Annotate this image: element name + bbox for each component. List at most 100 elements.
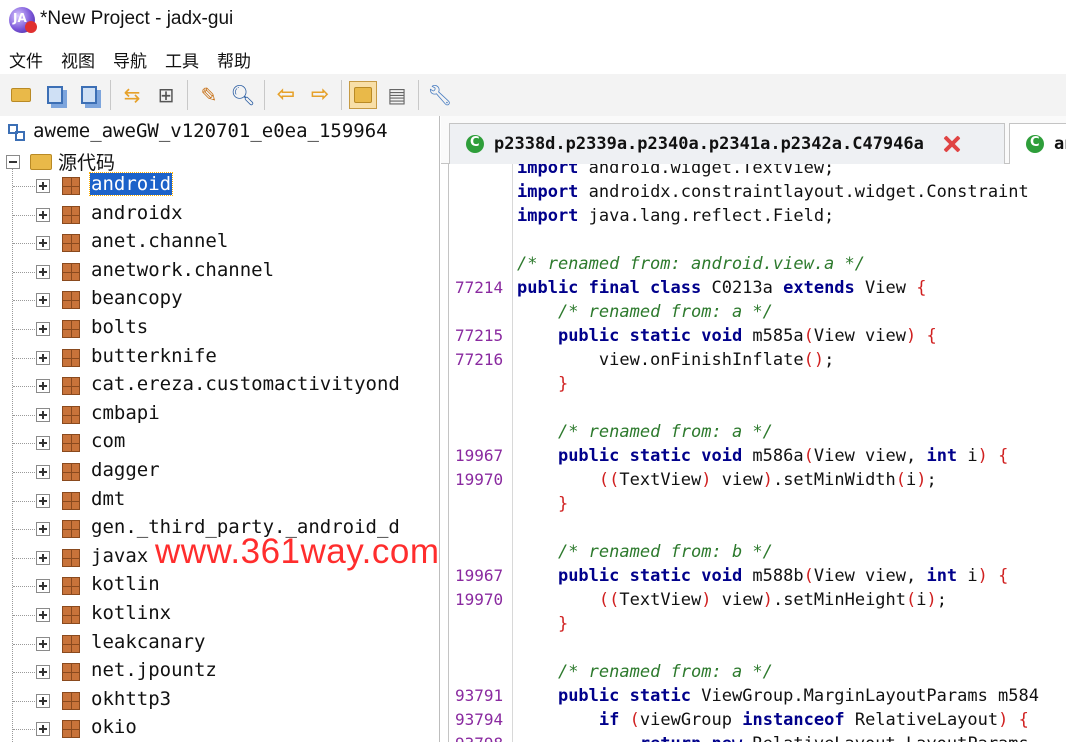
tree-package-beancopy[interactable]: beancopy xyxy=(0,286,439,314)
menu-file[interactable]: 文件 xyxy=(9,47,43,72)
save-all-button[interactable] xyxy=(41,81,69,109)
expand-toggle-icon[interactable] xyxy=(36,236,50,251)
package-icon xyxy=(62,720,80,739)
tree-package-androidx[interactable]: androidx xyxy=(0,201,439,229)
tree-package-kotlin[interactable]: kotlin xyxy=(0,572,439,600)
expand-toggle-icon[interactable] xyxy=(36,465,50,479)
tree-package-leakcanary[interactable]: leakcanary xyxy=(0,630,439,658)
expand-toggle-icon[interactable] xyxy=(36,522,50,537)
code-text: import androidx.constraintlayout.widget.… xyxy=(517,180,1029,204)
expand-toggle-icon[interactable] xyxy=(36,322,50,336)
tree-package-cat-ereza-customactivityond[interactable]: cat.ereza.customactivityond xyxy=(0,372,439,400)
tree-package-cmbapi[interactable]: cmbapi xyxy=(0,401,439,429)
code-token: view.onFinishInflate xyxy=(517,350,804,370)
tree-package-net-jpountz[interactable]: net.jpountz xyxy=(0,658,439,686)
tree-package-bolts[interactable]: bolts xyxy=(0,315,439,343)
expand-toggle-icon[interactable] xyxy=(36,436,50,451)
close-tab-icon[interactable] xyxy=(942,134,962,154)
expand-toggle-icon[interactable] xyxy=(36,179,50,193)
tree-package-kotlinx[interactable]: kotlinx xyxy=(0,601,439,629)
package-label: android xyxy=(88,172,174,196)
tree-package-okhttp3[interactable]: okhttp3 xyxy=(0,687,439,715)
expand-toggle-icon[interactable] xyxy=(36,207,50,222)
expand-toggle-icon[interactable] xyxy=(36,264,50,279)
tab-android-view-class[interactable]: an xyxy=(1009,123,1066,164)
expand-toggle-icon[interactable] xyxy=(36,722,50,737)
menu-tools[interactable]: 工具 xyxy=(165,47,199,72)
log-button[interactable]: ▤ xyxy=(383,81,411,109)
code-token: import xyxy=(517,182,579,202)
package-label: javax xyxy=(91,544,149,567)
decompile-button[interactable] xyxy=(349,81,377,109)
tree-package-dagger[interactable]: dagger xyxy=(0,458,439,486)
code-token: if xyxy=(598,710,620,730)
package-label: dmt xyxy=(91,487,126,510)
tree-package-anetwork-channel[interactable]: anetwork.channel xyxy=(0,258,439,286)
tree-package-anet-channel[interactable]: anet.channel xyxy=(0,229,439,257)
code-token: i xyxy=(916,590,927,610)
wrench-icon: 🔧︎ xyxy=(427,83,453,107)
package-icon xyxy=(62,491,80,510)
project-tree[interactable]: aweme_aweGW_v120701_e0ea_159964 源代码 andr… xyxy=(0,116,440,742)
code-token: View view, xyxy=(813,566,927,586)
package-label: dagger xyxy=(91,459,160,481)
tree-package-com[interactable]: com xyxy=(0,429,439,457)
expand-toggle-icon[interactable] xyxy=(36,550,50,565)
expand-toggle-icon[interactable] xyxy=(36,493,50,508)
tree-package-android[interactable]: android xyxy=(0,172,439,200)
tree-guide-line xyxy=(13,386,35,388)
code-line: /* renamed from: android.view.a */ xyxy=(449,252,1066,276)
forward-button[interactable]: ⇨ xyxy=(306,81,334,109)
code-line: 19967 public static void m586a(View view… xyxy=(449,444,1066,468)
code-editor[interactable]: import android.widget.TextView; import an… xyxy=(448,164,1066,742)
open-file-button[interactable] xyxy=(7,81,35,109)
code-token: ( xyxy=(895,470,907,490)
line-number: 77216 xyxy=(455,350,504,369)
expand-toggle-icon[interactable] xyxy=(36,665,50,680)
code-text: } xyxy=(517,492,568,516)
expand-toggle-icon[interactable] xyxy=(36,693,50,708)
expand-toggle-icon[interactable] xyxy=(36,293,50,308)
expand-toggle-icon[interactable] xyxy=(36,350,50,365)
code-token: ) xyxy=(998,710,1009,730)
tree-package-dmt[interactable]: dmt xyxy=(0,487,439,515)
tree-guide-line xyxy=(13,586,35,588)
expand-toggle-icon[interactable] xyxy=(36,608,50,622)
code-token: m588b xyxy=(742,566,804,586)
package-icon xyxy=(62,663,80,682)
menu-view[interactable]: 视图 xyxy=(61,47,95,72)
expand-toggle-icon[interactable] xyxy=(36,379,50,394)
tree-package-okio[interactable]: okio xyxy=(0,715,439,742)
expand-toggle-icon[interactable] xyxy=(36,407,50,422)
code-token: public final class xyxy=(517,278,702,298)
code-line: 19967 public static void m588b(View view… xyxy=(449,564,1066,588)
tree-guide-line xyxy=(13,557,35,559)
flatten-button[interactable]: ⊞ xyxy=(152,81,180,109)
sync-button[interactable]: ⇆ xyxy=(118,81,146,109)
toolbar-separator xyxy=(418,80,419,110)
expand-toggle-icon[interactable] xyxy=(36,579,50,594)
collapse-toggle-icon[interactable] xyxy=(6,154,20,169)
tab-p2338d-class[interactable]: p2338d.p2339a.p2340a.p2341a.p2342a.C4794… xyxy=(449,123,1005,164)
export-button[interactable] xyxy=(75,81,103,109)
source-code-node[interactable]: 源代码 xyxy=(6,148,115,175)
code-token: { xyxy=(998,566,1009,586)
tree-root[interactable]: aweme_aweGW_v120701_e0ea_159964 xyxy=(6,120,388,142)
code-line: 19970 ((TextView) view).setMinHeight(i); xyxy=(449,588,1066,612)
wand-button[interactable]: ✎ xyxy=(195,81,223,109)
back-button[interactable]: ⇦ xyxy=(272,81,300,109)
code-text: /* renamed from: a */ xyxy=(517,300,773,324)
code-text: import java.lang.reflect.Field; xyxy=(517,204,834,228)
menu-help[interactable]: 帮助 xyxy=(217,47,251,72)
code-line: /* renamed from: a */ xyxy=(449,300,1066,324)
tree-package-butterknife[interactable]: butterknife xyxy=(0,344,439,372)
search-button[interactable]: 🔍︎ xyxy=(229,81,257,109)
code-token: ) xyxy=(701,470,712,490)
menu-navigation[interactable]: 导航 xyxy=(113,47,147,72)
expand-toggle-icon[interactable] xyxy=(36,636,50,651)
settings-button[interactable]: 🔧︎ xyxy=(426,81,454,109)
code-token: } xyxy=(557,494,569,514)
